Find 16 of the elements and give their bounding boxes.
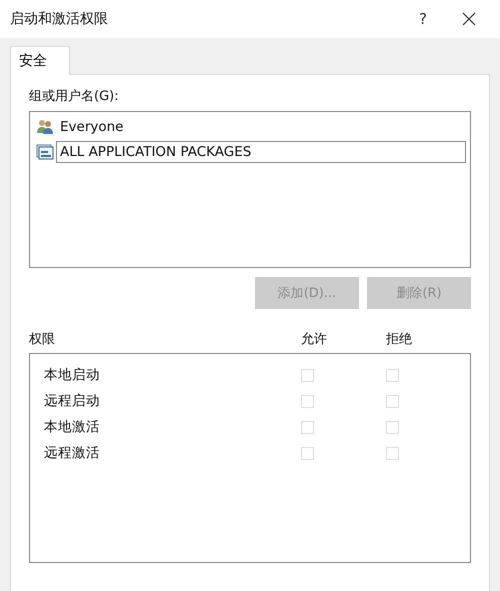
permission-name: 远程激活	[44, 444, 101, 462]
permission-name: 本地激活	[44, 418, 101, 436]
column-header: 拒绝	[386, 331, 412, 348]
users-icon	[36, 119, 54, 135]
permission-name: 远程启动	[44, 392, 101, 410]
list-item[interactable]: Everyone	[56, 116, 466, 138]
list-item[interactable]: ALL APPLICATION PACKAGES	[56, 141, 466, 163]
column-header: 允许	[301, 331, 327, 348]
permission-name: 本地启动	[44, 366, 101, 384]
help-button[interactable]: ?	[400, 0, 446, 38]
tab[interactable]: 安全	[10, 46, 70, 75]
permissions-label: 权限	[29, 331, 56, 348]
close-icon	[462, 12, 476, 26]
group-list-label: 组或用户名(G):	[29, 88, 120, 105]
window-title: 启动和激活权限	[10, 10, 109, 28]
application-icon	[36, 144, 54, 160]
